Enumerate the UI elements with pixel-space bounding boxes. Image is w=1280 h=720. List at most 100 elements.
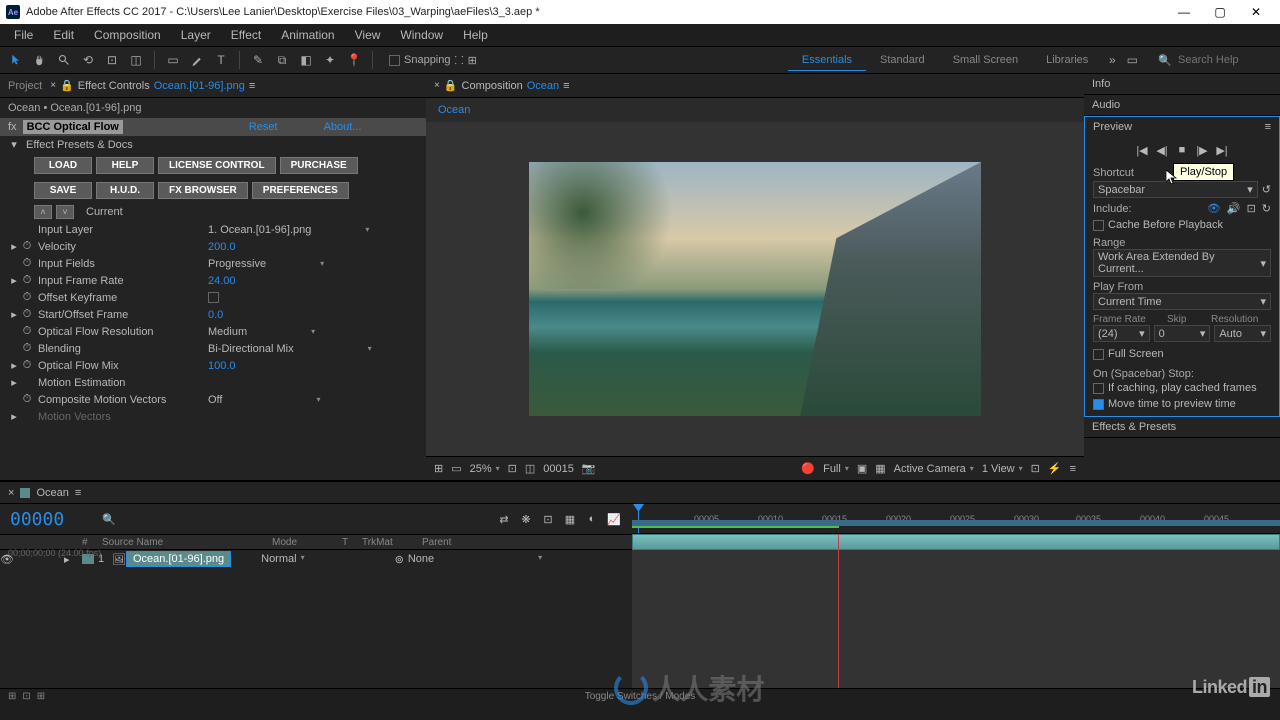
grid-icon[interactable]: ▭ bbox=[451, 462, 461, 475]
transparency-icon[interactable]: ▦ bbox=[875, 462, 885, 475]
menu-file[interactable]: File bbox=[4, 26, 43, 44]
hud-button[interactable]: H.U.D. bbox=[96, 182, 154, 199]
mix-value[interactable]: 100.0 bbox=[208, 360, 236, 372]
col-source[interactable]: Source Name bbox=[98, 537, 268, 548]
effect-controls-tab[interactable]: × 🔒 Effect Controls Ocean.[01-96].png ≡ bbox=[50, 79, 255, 92]
save-button[interactable]: SAVE bbox=[34, 182, 92, 199]
col-mode[interactable]: Mode bbox=[268, 537, 338, 548]
prev-frame-button[interactable]: ◀| bbox=[1155, 143, 1169, 157]
camera-dropdown[interactable]: Active Camera▾ bbox=[894, 463, 974, 475]
snapping-toggle[interactable]: Snapping ⸬ ⊞ bbox=[389, 53, 477, 68]
next-frame-button[interactable]: |▶ bbox=[1195, 143, 1209, 157]
loop-icon[interactable]: ↻ bbox=[1262, 202, 1271, 215]
help-button[interactable]: HELP bbox=[96, 157, 154, 174]
nav-up-button[interactable]: ˄ bbox=[34, 205, 52, 219]
range-dropdown[interactable]: Work Area Extended By Current...▾ bbox=[1093, 249, 1271, 277]
fullscreen-checkbox[interactable] bbox=[1093, 349, 1104, 360]
preferences-button[interactable]: PREFERENCES bbox=[252, 182, 349, 199]
disclosure-arrow[interactable]: ▾ bbox=[8, 138, 20, 151]
panel-menu-icon[interactable]: ≡ bbox=[75, 487, 81, 499]
playhead[interactable] bbox=[638, 504, 639, 533]
col-t[interactable]: T bbox=[338, 537, 358, 548]
puppet-tool[interactable]: 📍 bbox=[344, 50, 364, 70]
workspace-overflow[interactable]: » bbox=[1102, 50, 1122, 70]
effects-presets-header[interactable]: Effects & Presets bbox=[1084, 417, 1280, 437]
maximize-button[interactable]: ▢ bbox=[1202, 0, 1238, 24]
hand-tool[interactable] bbox=[30, 50, 50, 70]
velocity-value[interactable]: 200.0 bbox=[208, 241, 236, 253]
cache-checkbox[interactable] bbox=[1093, 220, 1104, 231]
current-timecode[interactable]: 00000 bbox=[10, 509, 64, 530]
expand-icon[interactable]: ⊞ bbox=[8, 691, 16, 702]
layer-name[interactable]: Ocean.[01-96].png bbox=[126, 551, 231, 567]
panel-menu-icon[interactable]: ≡ bbox=[1265, 121, 1271, 133]
menu-view[interactable]: View bbox=[345, 26, 391, 44]
resolution-dropdown[interactable]: Full▾ bbox=[823, 463, 849, 475]
load-button[interactable]: LOAD bbox=[34, 157, 92, 174]
graph-editor-icon[interactable]: 📈 bbox=[606, 511, 622, 527]
framerate-dropdown[interactable]: (24)▾ bbox=[1093, 325, 1150, 342]
pixel-aspect-icon[interactable]: ⊡ bbox=[1031, 462, 1040, 475]
mode-dropdown[interactable]: Normal▾ bbox=[261, 553, 304, 565]
preview-resolution-dropdown[interactable]: Auto▾ bbox=[1214, 325, 1271, 342]
rotate-tool[interactable]: ⟲ bbox=[78, 50, 98, 70]
parent-dropdown[interactable]: ⊚None▾ bbox=[395, 553, 543, 566]
project-tab[interactable]: Project bbox=[8, 80, 42, 92]
playfrom-dropdown[interactable]: Current Time▾ bbox=[1093, 293, 1271, 310]
current-time[interactable]: 00015 bbox=[543, 463, 574, 475]
close-icon[interactable]: × bbox=[434, 80, 440, 91]
timeline-tab[interactable]: × Ocean ≡ bbox=[8, 487, 81, 499]
start-offset-value[interactable]: 0.0 bbox=[208, 309, 223, 321]
menu-help[interactable]: Help bbox=[453, 26, 498, 44]
col-number[interactable]: # bbox=[78, 537, 98, 548]
stopwatch-icon[interactable]: ⏱ bbox=[20, 394, 34, 406]
snapping-more-icon[interactable]: ⊞ bbox=[468, 54, 477, 67]
time-ruler[interactable]: 00005 00010 00015 00020 00025 00030 0003… bbox=[632, 504, 1280, 534]
stopwatch-icon[interactable]: ⏱ bbox=[20, 275, 34, 287]
composite-dropdown[interactable]: Off▾ bbox=[208, 394, 321, 406]
motion-blur-icon[interactable]: ◐ bbox=[584, 511, 600, 527]
info-panel-header[interactable]: Info bbox=[1084, 74, 1280, 94]
stopwatch-icon[interactable]: ⏱ bbox=[20, 258, 34, 270]
snapping-checkbox[interactable] bbox=[389, 55, 400, 66]
audio-panel-header[interactable]: Audio bbox=[1084, 95, 1280, 115]
brush-tool[interactable]: ✎ bbox=[248, 50, 268, 70]
mask-icon[interactable]: ◫ bbox=[525, 462, 535, 475]
channel-icon[interactable]: 🔴 bbox=[801, 462, 815, 475]
offset-checkbox[interactable] bbox=[208, 292, 219, 303]
disclosure-arrow[interactable]: ▸ bbox=[8, 359, 20, 372]
snapping-options-icon[interactable]: ⸬ bbox=[455, 53, 464, 68]
nav-down-button[interactable]: ˅ bbox=[56, 205, 74, 219]
minimize-button[interactable]: — bbox=[1166, 0, 1202, 24]
workspace-libraries[interactable]: Libraries bbox=[1032, 50, 1102, 70]
composition-viewer[interactable] bbox=[426, 122, 1084, 456]
shortcut-dropdown[interactable]: Spacebar▾ bbox=[1093, 181, 1258, 198]
skip-dropdown[interactable]: 0▾ bbox=[1154, 325, 1211, 342]
workspace-essentials[interactable]: Essentials bbox=[788, 50, 866, 71]
eraser-tool[interactable]: ◧ bbox=[296, 50, 316, 70]
pan-behind-tool[interactable]: ◫ bbox=[126, 50, 146, 70]
overlay-include-icon[interactable]: ⊡ bbox=[1247, 202, 1256, 215]
stopwatch-icon[interactable]: ⏱ bbox=[20, 292, 34, 304]
menu-layer[interactable]: Layer bbox=[171, 26, 221, 44]
lock-icon[interactable]: 🔒 bbox=[60, 79, 74, 92]
effect-name[interactable]: BCC Optical Flow bbox=[23, 120, 123, 134]
preview-panel-header[interactable]: Preview≡ bbox=[1085, 117, 1279, 137]
disclosure-arrow[interactable]: ▸ bbox=[8, 308, 20, 321]
roi-icon[interactable]: ▣ bbox=[857, 462, 867, 475]
magnification-icon[interactable]: ⊞ bbox=[434, 462, 443, 475]
layer-search-input[interactable] bbox=[120, 512, 300, 527]
purchase-button[interactable]: PURCHASE bbox=[280, 157, 358, 174]
close-icon[interactable]: × bbox=[50, 80, 56, 91]
workspace-standard[interactable]: Standard bbox=[866, 50, 939, 70]
roto-tool[interactable]: ✦ bbox=[320, 50, 340, 70]
view-dropdown[interactable]: 1 View▾ bbox=[982, 463, 1023, 475]
frame-blend-icon[interactable]: ▦ bbox=[562, 511, 578, 527]
comp-flowchart-icon[interactable]: ⇄ bbox=[496, 511, 512, 527]
clone-tool[interactable]: ⧉ bbox=[272, 50, 292, 70]
menu-composition[interactable]: Composition bbox=[84, 26, 171, 44]
movetime-checkbox[interactable] bbox=[1093, 399, 1104, 410]
disclosure-arrow[interactable]: ▸ bbox=[8, 376, 20, 389]
fx-toggle-icon[interactable]: fx bbox=[8, 121, 17, 133]
res-icon[interactable]: ⊡ bbox=[508, 462, 517, 475]
